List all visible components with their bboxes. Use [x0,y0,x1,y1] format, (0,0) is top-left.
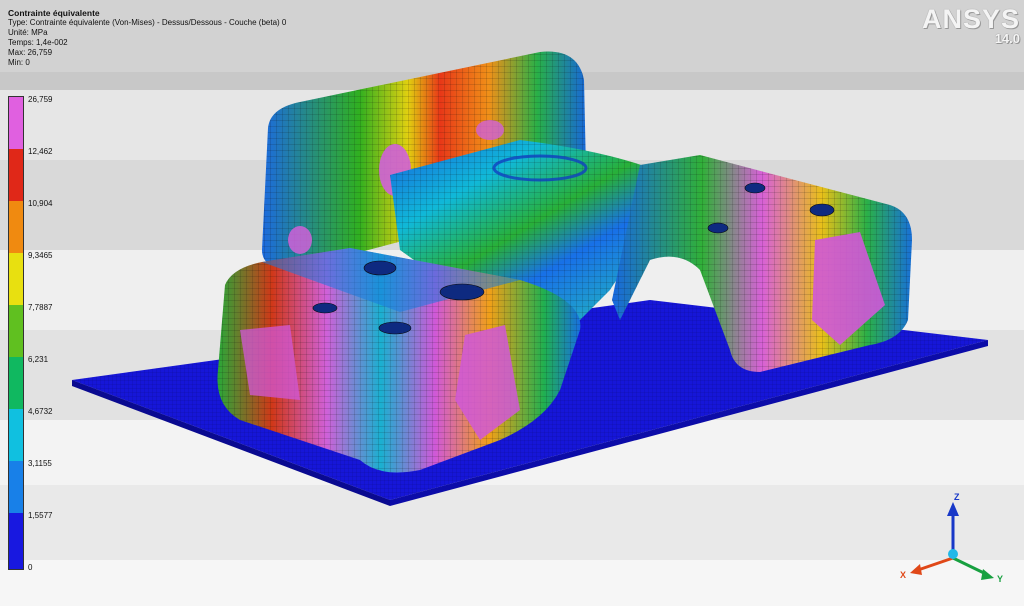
z-axis-arrow [947,502,959,516]
triad-graphic [910,502,994,580]
axis-triad[interactable]: Z X Y [898,488,1008,588]
y-axis-label: Y [997,574,1004,584]
x-axis-arrow [910,564,922,575]
x-axis-line [917,556,954,572]
z-axis-label: Z [954,492,960,502]
y-axis-line [952,556,987,576]
triad-center-icon[interactable] [948,549,958,559]
model-viewport[interactable] [0,0,1024,606]
x-axis-label: X [900,570,907,580]
y-axis-arrow [981,569,994,580]
